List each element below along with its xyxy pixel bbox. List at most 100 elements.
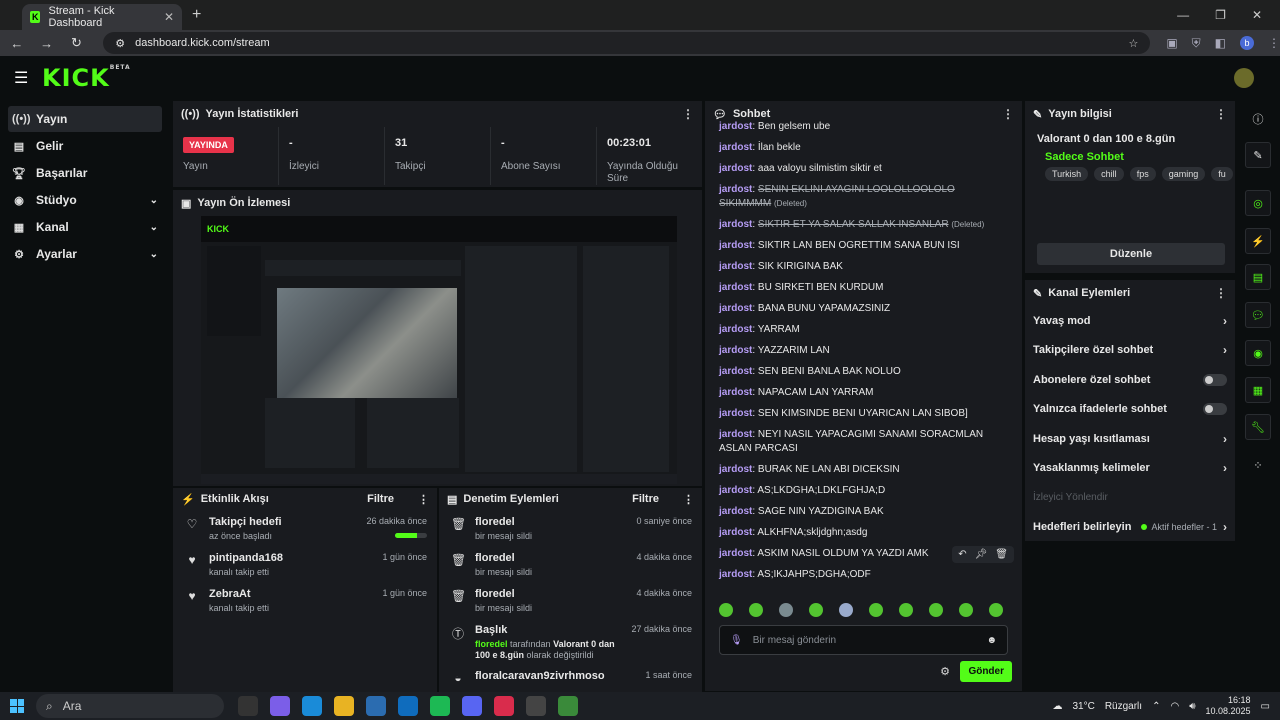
undo-icon[interactable]: ↶: [958, 549, 966, 560]
windows-start-icon[interactable]: [10, 699, 24, 713]
action-set-goals[interactable]: Hedefleri belirleyin Aktif hedefler - 1 …: [1025, 513, 1235, 542]
chrome-icon[interactable]: [558, 696, 578, 716]
chat-message[interactable]: jardost: SIK KIRIGINA BAK: [719, 260, 991, 274]
emote-icon[interactable]: [959, 603, 973, 617]
more-options-icon[interactable]: ⋮: [418, 493, 429, 506]
emotes-only-toggle[interactable]: [1203, 403, 1227, 416]
list-item[interactable]: ♥ ZebraAt kanalı takip etti 1 gün önce: [173, 582, 437, 618]
emote-icon[interactable]: [899, 603, 913, 617]
restore-icon[interactable]: ❐: [1215, 8, 1226, 22]
browser-tab[interactable]: K Stream - Kick Dashboard ✕: [22, 4, 182, 30]
close-window-icon[interactable]: ✕: [1252, 8, 1262, 22]
chat-message[interactable]: jardost: BURAK NE LAN ABI DICEKSIN: [719, 463, 991, 477]
chat-message[interactable]: jardost: BANA BUNU YAPAMAZSINIZ: [719, 302, 991, 316]
chat-settings-gear-icon[interactable]: ⚙: [940, 665, 950, 678]
category-name[interactable]: Sadece Sohbet: [1045, 151, 1233, 163]
chat-message[interactable]: jardost: SEN KIMSINDE BENI UYARICAN LAN …: [719, 407, 991, 421]
wifi-icon[interactable]: ◠: [1170, 701, 1179, 712]
filter-button[interactable]: Filtre: [367, 493, 394, 505]
sidebar-item-yayin[interactable]: ((•)) Yayın: [8, 106, 162, 132]
user-avatar[interactable]: [1234, 68, 1254, 88]
site-info-icon[interactable]: ⚙: [115, 37, 125, 50]
chat-message[interactable]: jardost: aaa valoyu silmistim siktir et: [719, 162, 991, 176]
more-options-icon[interactable]: ⋮: [1215, 286, 1227, 300]
pin-icon[interactable]: 📌︎: [975, 549, 988, 560]
list-item[interactable]: ♥ pintipanda168 kanalı takip etti 1 gün …: [173, 546, 437, 582]
file-explorer-icon[interactable]: [334, 696, 354, 716]
copilot-icon[interactable]: [270, 696, 290, 716]
action-account-age[interactable]: Hesap yaşı kısıtlaması ›: [1025, 424, 1235, 454]
chat-message[interactable]: jardost: SEN BENI BANLA BAK NOLUO: [719, 365, 991, 379]
shield-extension-icon[interactable]: ⛨: [1192, 36, 1201, 51]
new-tab-button[interactable]: +: [192, 6, 201, 24]
info-icon[interactable]: ⓘ: [1245, 106, 1271, 132]
more-options-icon[interactable]: ⋮: [1215, 107, 1227, 121]
chat-message[interactable]: jardost: SAGE NIN YAZDIGINA BAK: [719, 505, 991, 519]
wrench-icon[interactable]: 🔧︎: [1245, 414, 1271, 440]
translate-extension-icon[interactable]: ▣: [1166, 36, 1177, 50]
tag-chip[interactable]: Turkish: [1045, 167, 1089, 181]
chat-icon[interactable]: 💬︎: [1245, 302, 1271, 328]
emoji-icon[interactable]: ☻: [986, 635, 997, 646]
microphone-icon[interactable]: 🎙︎: [730, 635, 743, 646]
chat-input[interactable]: 🎙︎ Bir mesaj gönderin ☻: [719, 625, 1008, 655]
filter-button[interactable]: Filtre: [632, 493, 659, 505]
chat-message[interactable]: jardost: BU SIRKETI BEN KURDUM: [719, 281, 991, 295]
more-options-icon[interactable]: ⋮: [683, 493, 694, 506]
sidebar-item-gelir[interactable]: ▤ Gelir: [8, 133, 162, 159]
emote-icon[interactable]: [929, 603, 943, 617]
outlook-icon[interactable]: [398, 696, 418, 716]
chat-message[interactable]: jardost: SIKTIR LAN BEN OGRETTIM SANA BU…: [719, 239, 991, 253]
list-item[interactable]: 🗑︎ floredel bir mesajı sildi 4 dakika ön…: [439, 582, 702, 618]
emote-icon[interactable]: [719, 603, 733, 617]
chat-message[interactable]: jardost: YAZZARIM LAN: [719, 344, 991, 358]
chat-message[interactable]: jardost: SIKTIR ET YA SALAK SALLAK INSAN…: [719, 218, 991, 232]
chat-message[interactable]: jardost: NEYI NASIL YAPACAGIMI SANAMI SO…: [719, 428, 991, 456]
kick-logo[interactable]: KICKBETA: [42, 64, 131, 92]
trash-icon[interactable]: 🗑︎: [995, 549, 1008, 560]
chat-message[interactable]: jardost: NAPACAM LAN YARRAM: [719, 386, 991, 400]
chat-message[interactable]: jardost: AS;IKJAHPS;DGHA;ODF: [719, 568, 991, 582]
notification-icon[interactable]: ▭: [1261, 701, 1270, 712]
close-tab-icon[interactable]: ✕: [164, 10, 174, 24]
action-followers-only[interactable]: Takipçilere özel sohbet ›: [1025, 336, 1235, 366]
tag-chip[interactable]: gaming: [1161, 167, 1206, 181]
chat-messages[interactable]: jardost: Ben gelsem ube jardost: İlan bek…: [705, 117, 1005, 583]
subscribers-only-toggle[interactable]: [1203, 373, 1227, 386]
volume-icon[interactable]: 🔊︎: [1189, 701, 1195, 712]
system-clock[interactable]: 16:18 10.08.2025: [1206, 695, 1251, 717]
action-slow-mode[interactable]: Yavaş mod ›: [1025, 306, 1235, 336]
obs-icon[interactable]: [526, 696, 546, 716]
chevron-up-icon[interactable]: ⌃: [1152, 701, 1160, 712]
forward-icon[interactable]: →: [40, 36, 54, 51]
spotify-icon[interactable]: [430, 696, 450, 716]
chat-message[interactable]: jardost: ASKIM NASIL OLDUM YA YAZDI AMK: [719, 547, 991, 561]
extensions-puzzle-icon[interactable]: ◧: [1215, 36, 1226, 50]
minimize-icon[interactable]: —: [1177, 8, 1189, 22]
list-item[interactable]: ◒ floralcaravan9zivrhmoso 1 saat önce: [439, 664, 702, 692]
edit-button[interactable]: Düzenle: [1037, 243, 1225, 265]
tag-chip[interactable]: fu: [1211, 167, 1233, 181]
list-item[interactable]: 🗑︎ floredel bir mesajı sildi 4 dakika ön…: [439, 546, 702, 582]
emote-icon[interactable]: [839, 603, 853, 617]
emote-icon[interactable]: [989, 603, 1003, 617]
list-item[interactable]: 🗑︎ floredel bir mesajı sildi 0 saniye ön…: [439, 510, 702, 546]
emote-icon[interactable]: [749, 603, 763, 617]
bookmark-star-icon[interactable]: ☆: [1128, 37, 1138, 50]
sidebar-item-ayarlar[interactable]: ⚙ Ayarlar ⌄: [8, 241, 162, 267]
list-item[interactable]: ♡ Takipçi hedefi az önce başladı 26 daki…: [173, 510, 437, 546]
edit-icon[interactable]: ✎: [1245, 142, 1271, 168]
action-banned-words[interactable]: Yasaklanmış kelimeler ›: [1025, 454, 1235, 484]
camera-icon[interactable]: ◎: [1245, 190, 1271, 216]
discord-icon[interactable]: [462, 696, 482, 716]
store-icon[interactable]: [366, 696, 386, 716]
lightning-icon[interactable]: ⚡: [1245, 228, 1271, 254]
apps-icon[interactable]: ⁘: [1245, 452, 1271, 478]
sidebar-item-studyo[interactable]: ◉ Stüdyo ⌄: [8, 187, 162, 213]
chat-message[interactable]: jardost: SENIN EKLINI AYAGINI LOOLOLLOOL…: [719, 183, 991, 211]
browser-menu-icon[interactable]: ⋮: [1268, 36, 1280, 50]
chat-message[interactable]: jardost: İlan bekle: [719, 141, 991, 155]
stream-preview-video[interactable]: KICK: [201, 216, 677, 484]
task-view-icon[interactable]: [238, 696, 258, 716]
more-options-icon[interactable]: ⋮: [682, 107, 694, 121]
